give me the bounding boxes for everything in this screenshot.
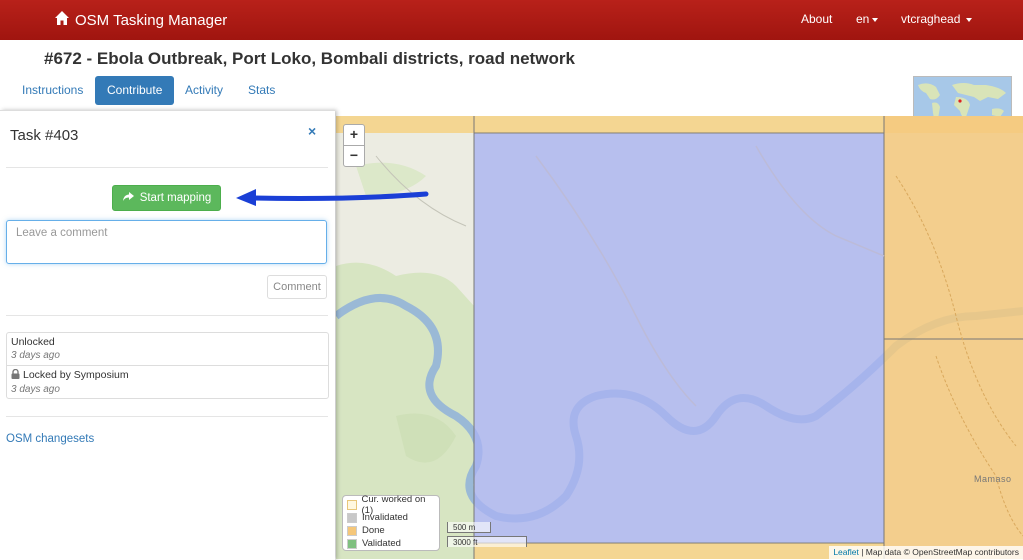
comment-button[interactable]: Comment bbox=[267, 275, 327, 299]
task-history-list: Unlocked 3 days ago Locked by Symposium … bbox=[6, 332, 329, 399]
legend-label: Invalidated bbox=[362, 512, 408, 523]
brand-label: OSM Tasking Manager bbox=[75, 11, 228, 29]
divider bbox=[6, 315, 328, 316]
language-dropdown[interactable]: en bbox=[856, 12, 879, 26]
legend-label: Done bbox=[362, 525, 385, 536]
history-item: Locked by Symposium 3 days ago bbox=[7, 365, 328, 398]
history-action: Locked by Symposium bbox=[23, 369, 129, 381]
legend-swatch bbox=[347, 512, 357, 523]
attribution-text: | Map data © OpenStreetMap contributors bbox=[861, 547, 1019, 557]
divider bbox=[6, 416, 328, 417]
comment-input[interactable] bbox=[6, 220, 327, 264]
zoom-out-button[interactable]: − bbox=[343, 145, 365, 167]
history-time: 3 days ago bbox=[11, 350, 60, 361]
zoom-in-button[interactable]: + bbox=[343, 124, 365, 146]
scale-metric: 500 m bbox=[447, 522, 491, 533]
history-item: Unlocked 3 days ago bbox=[7, 333, 328, 365]
brand-link[interactable]: OSM Tasking Manager bbox=[54, 10, 227, 30]
divider bbox=[6, 167, 328, 168]
map-legend: Cur. worked on (1) Invalidated Done Vali… bbox=[342, 494, 440, 551]
annotation-arrow-icon bbox=[236, 189, 429, 206]
legend-label: Validated bbox=[362, 538, 401, 549]
history-action: Unlocked bbox=[11, 336, 55, 348]
lock-icon bbox=[11, 368, 20, 382]
caret-down-icon bbox=[966, 17, 973, 22]
scale-imperial: 3000 ft bbox=[447, 536, 527, 547]
tab-stats[interactable]: Stats bbox=[236, 76, 287, 105]
leaflet-link[interactable]: Leaflet bbox=[833, 547, 859, 557]
share-arrow-icon bbox=[122, 191, 134, 205]
map-attribution: Leaflet | Map data © OpenStreetMap contr… bbox=[829, 546, 1023, 559]
task-panel: Task #403 × Start mapping Comment Unlock… bbox=[0, 110, 335, 560]
start-mapping-label: Start mapping bbox=[139, 192, 212, 204]
map-tiles bbox=[336, 116, 1023, 559]
osm-changesets-link[interactable]: OSM changesets bbox=[6, 433, 94, 445]
user-name: vtcraghead bbox=[901, 12, 961, 26]
task-title: Task #403 bbox=[10, 127, 79, 144]
tab-instructions[interactable]: Instructions bbox=[10, 76, 95, 105]
legend-item: Done bbox=[347, 524, 435, 537]
page-title: #672 - Ebola Outbreak, Port Loko, Bombal… bbox=[44, 49, 575, 68]
legend-swatch bbox=[347, 499, 357, 510]
legend-item: Cur. worked on (1) bbox=[347, 494, 435, 516]
tab-contribute[interactable]: Contribute bbox=[95, 76, 175, 105]
legend-swatch bbox=[347, 525, 357, 536]
legend-swatch bbox=[347, 538, 357, 549]
map-view[interactable]: Mamaso bbox=[336, 116, 1023, 559]
tab-activity[interactable]: Activity bbox=[173, 76, 235, 105]
history-action-row: Locked by Symposium bbox=[11, 368, 324, 382]
start-mapping-button[interactable]: Start mapping bbox=[112, 185, 221, 211]
top-navbar: OSM Tasking Manager About en vtcraghead bbox=[0, 0, 1023, 40]
language-label: en bbox=[856, 12, 870, 26]
legend-item: Validated bbox=[347, 537, 435, 550]
about-link[interactable]: About bbox=[801, 12, 832, 26]
caret-down-icon bbox=[872, 17, 879, 22]
place-label: Mamaso bbox=[974, 474, 1012, 484]
close-button[interactable]: × bbox=[308, 123, 316, 139]
history-time: 3 days ago bbox=[11, 384, 60, 395]
home-icon bbox=[54, 10, 70, 30]
user-dropdown[interactable]: vtcraghead bbox=[901, 12, 973, 26]
